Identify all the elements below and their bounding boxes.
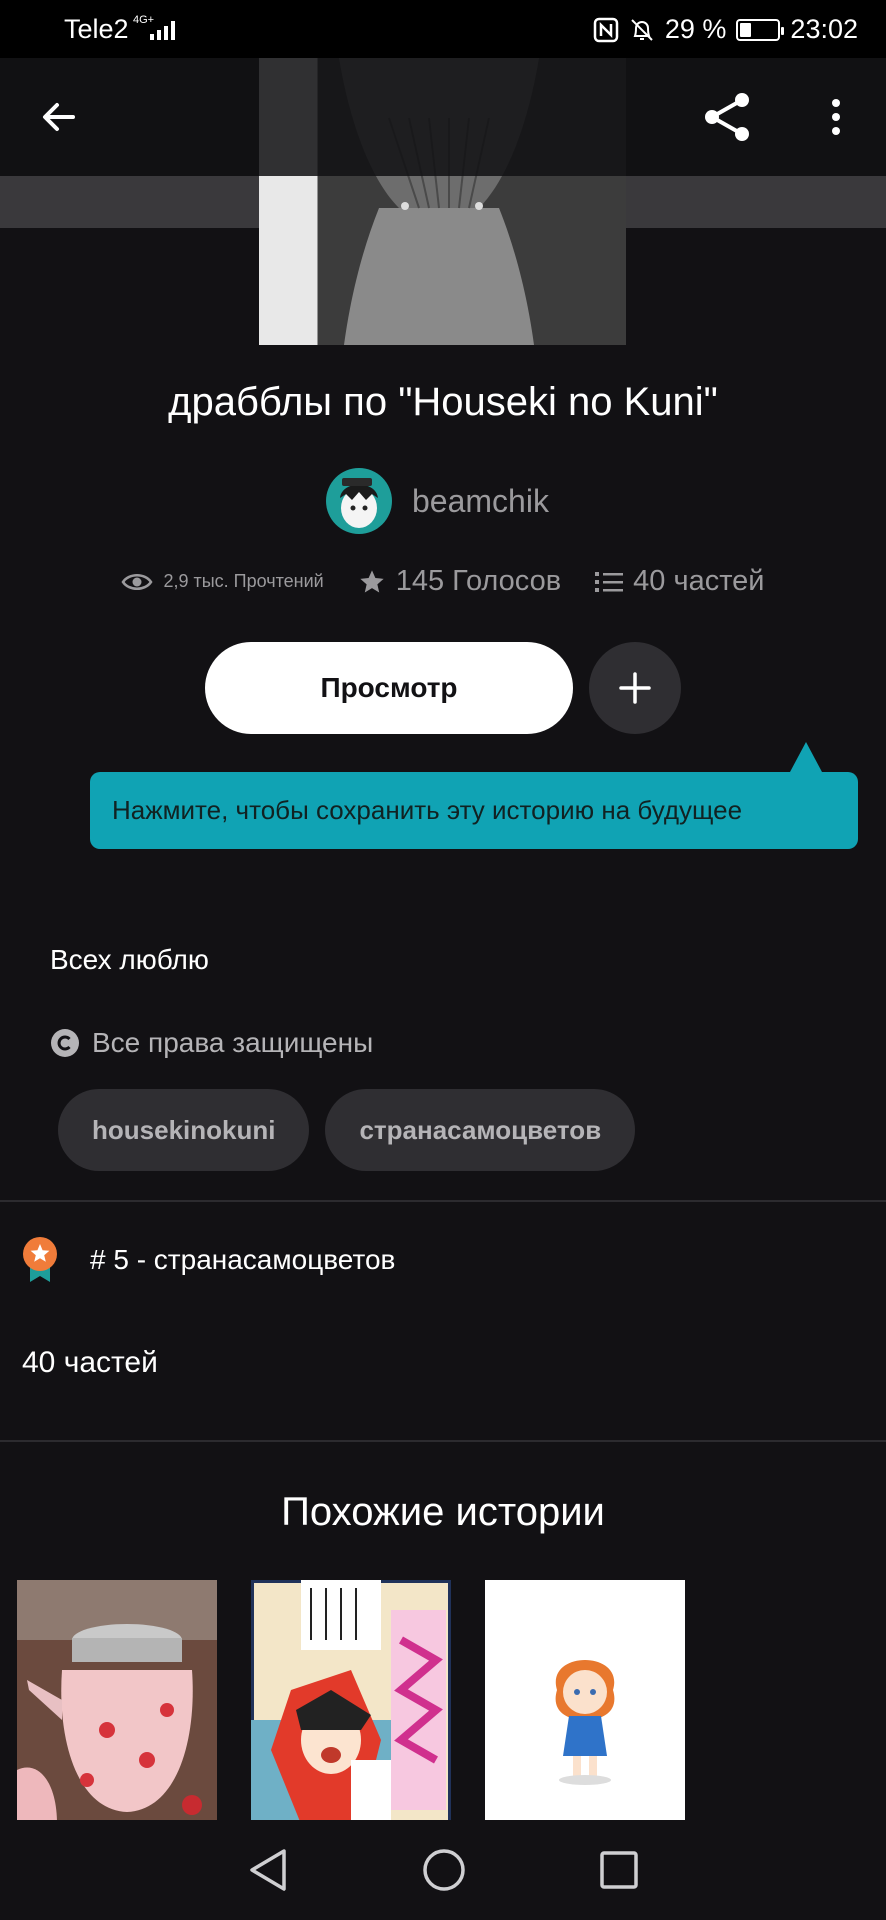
parts-count: 40 частей bbox=[633, 565, 765, 597]
similar-story-cover[interactable] bbox=[251, 1580, 451, 1824]
figure-cover-image bbox=[485, 1580, 685, 1824]
similar-stories-title: Похожие истории bbox=[281, 1490, 605, 1534]
save-hint-tooltip[interactable]: Нажмите, чтобы сохранить эту историю на … bbox=[90, 772, 858, 849]
copyright-info: Все права защищены bbox=[50, 1027, 373, 1059]
story-title: драбблы по "Houseki no Kuni" bbox=[168, 380, 718, 424]
votes-stat: 145 Голосов bbox=[358, 565, 561, 598]
clock: 23:02 bbox=[790, 14, 858, 44]
rank-text[interactable]: # 5 - странасамоцветов bbox=[90, 1244, 395, 1276]
copyright-text: Все права защищены bbox=[92, 1027, 374, 1058]
reads-stat: 2,9 тыс. Прочтений bbox=[121, 571, 324, 593]
divider bbox=[0, 1200, 886, 1202]
avatar-image bbox=[340, 478, 378, 528]
ranking-row[interactable]: # 5 - странасамоцветов bbox=[20, 1236, 395, 1284]
top-app-bar bbox=[0, 58, 886, 176]
list-icon bbox=[595, 571, 624, 592]
reads-count: 2,9 тыс. Прочтений bbox=[163, 571, 324, 591]
signal-icon bbox=[150, 21, 175, 40]
back-button[interactable] bbox=[27, 85, 91, 149]
battery-percent: 29 % bbox=[664, 14, 727, 44]
carrier-name: Tele2 bbox=[64, 14, 129, 44]
votes-count: 145 Голосов bbox=[395, 565, 562, 597]
copyright-icon bbox=[51, 1029, 79, 1057]
eye-icon bbox=[121, 573, 153, 590]
tooltip-arrow bbox=[790, 742, 822, 772]
author-avatar[interactable] bbox=[326, 468, 392, 534]
similar-story-cover[interactable] bbox=[485, 1580, 685, 1824]
parts-heading[interactable]: 40 частей bbox=[22, 1346, 158, 1380]
story-description: Всех люблю bbox=[50, 944, 209, 975]
nav-back-button[interactable] bbox=[246, 1847, 290, 1893]
view-button[interactable]: Просмотр bbox=[205, 642, 573, 734]
more-vertical-icon bbox=[832, 99, 840, 135]
parts-stat: 40 частей bbox=[595, 565, 765, 598]
divider bbox=[0, 1440, 886, 1442]
tag-chip[interactable]: housekinokuni bbox=[58, 1089, 310, 1171]
rank-badge-icon bbox=[23, 1237, 57, 1282]
share-icon bbox=[705, 93, 749, 141]
nfc-icon bbox=[593, 17, 619, 42]
teapot-cover-image bbox=[17, 1580, 217, 1824]
manga-cover-image bbox=[251, 1580, 451, 1824]
add-to-library-button[interactable] bbox=[589, 642, 681, 734]
author-name[interactable]: beamchik bbox=[412, 483, 549, 520]
story-stats: 2,9 тыс. Прочтений 145 Голосов 40 частей bbox=[0, 565, 886, 598]
bell-off-icon bbox=[631, 18, 653, 41]
tag-chip[interactable]: странасамоцветов bbox=[325, 1089, 636, 1171]
star-icon bbox=[360, 569, 384, 592]
nav-recents-button[interactable] bbox=[598, 1849, 640, 1891]
system-navigation-bar bbox=[0, 1820, 886, 1920]
plus-icon bbox=[619, 672, 651, 704]
more-options-button[interactable] bbox=[804, 85, 868, 149]
arrow-left-icon bbox=[43, 103, 75, 131]
share-button[interactable] bbox=[695, 85, 759, 149]
similar-story-cover[interactable] bbox=[17, 1580, 217, 1824]
author-link[interactable]: beamchik bbox=[326, 466, 549, 536]
battery-icon bbox=[736, 18, 785, 41]
nav-home-button[interactable] bbox=[421, 1847, 467, 1893]
status-bar: Tele2 4G+ 29 % 23:02 bbox=[0, 0, 886, 58]
tag-list: housekinokuni странасамоцветов bbox=[58, 1089, 636, 1171]
